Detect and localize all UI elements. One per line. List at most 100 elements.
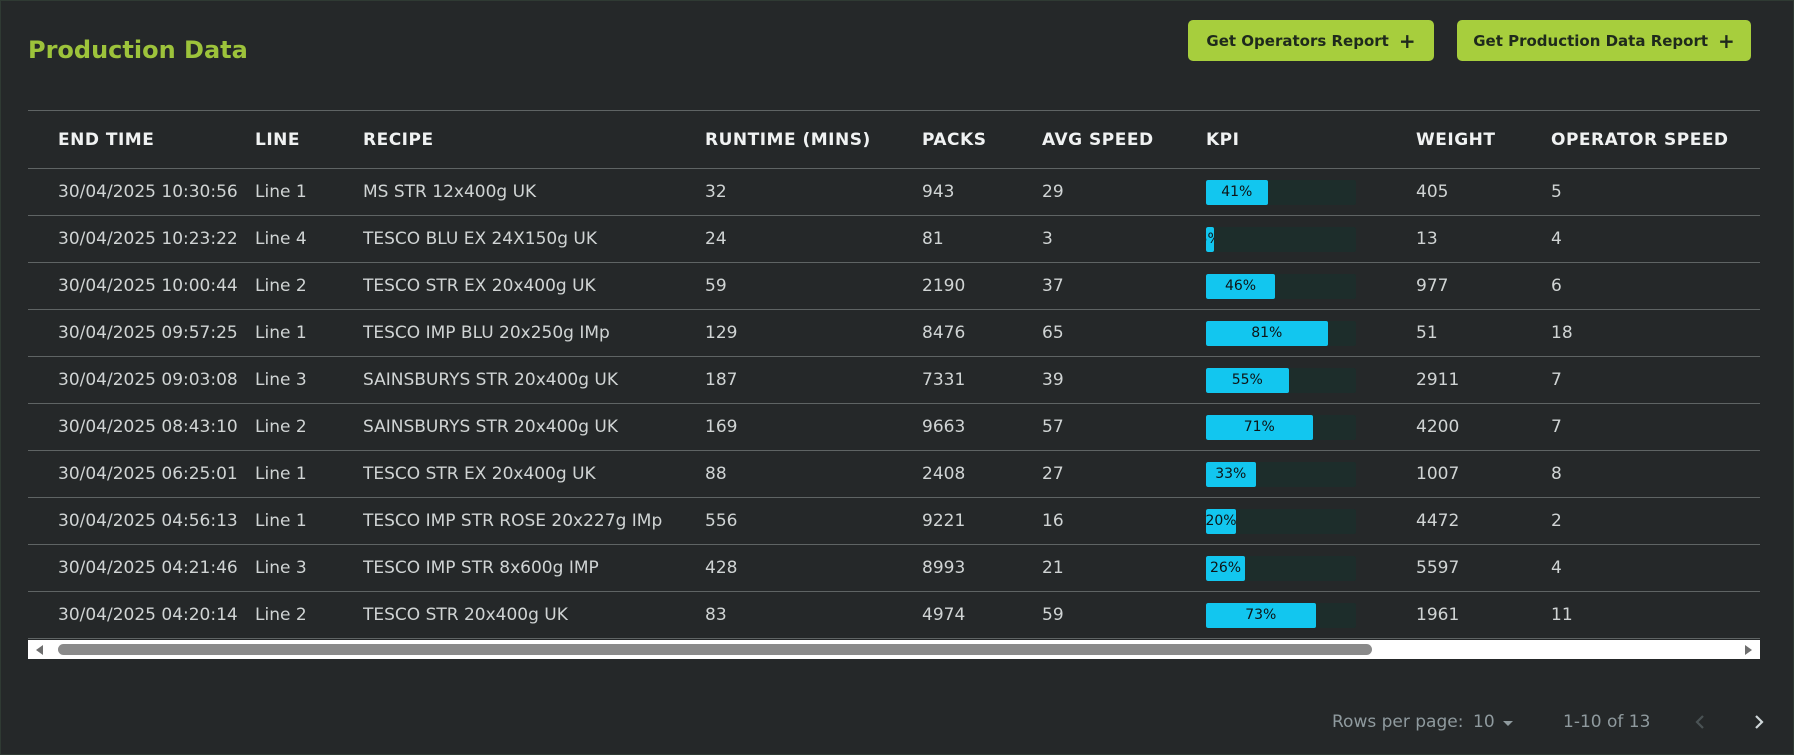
table-row[interactable]: 30/04/2025 10:00:44 Line 2 TESCO STR EX 20… <box>28 262 1760 310</box>
column-header-line[interactable]: LINE <box>255 110 363 169</box>
cell-runtime: 556 <box>705 497 922 545</box>
cell-operator-speed: 5 <box>1551 168 1760 216</box>
cell-avg-speed: 29 <box>1042 168 1206 216</box>
column-header-avg-speed[interactable]: AVG SPEED <box>1042 110 1206 169</box>
table-row[interactable]: 30/04/2025 09:03:08 Line 3 SAINSBURYS STR … <box>28 356 1760 404</box>
scroll-left-arrow-icon[interactable] <box>36 645 43 655</box>
cell-packs: 943 <box>922 168 1042 216</box>
table-row[interactable]: 30/04/2025 04:21:46 Line 3 TESCO IMP STR 8… <box>28 544 1760 592</box>
cell-avg-speed: 59 <box>1042 591 1206 639</box>
cell-recipe: TESCO BLU EX 24X150g UK <box>363 215 705 263</box>
next-page-button[interactable] <box>1745 708 1773 736</box>
cell-recipe: TESCO IMP STR ROSE 20x227g IMp <box>363 497 705 545</box>
cell-operator-speed: 8 <box>1551 450 1760 498</box>
cell-runtime: 83 <box>705 591 922 639</box>
cell-line: Line 1 <box>255 309 363 357</box>
cell-line: Line 2 <box>255 591 363 639</box>
cell-end-time: 30/04/2025 06:25:01 <box>28 450 255 498</box>
caret-down-icon <box>1502 721 1513 726</box>
cell-end-time: 30/04/2025 04:56:13 <box>28 497 255 545</box>
cell-operator-speed: 6 <box>1551 262 1760 310</box>
kpi-label: 5% <box>1206 231 1214 247</box>
table-row[interactable]: 30/04/2025 04:20:14 Line 2 TESCO STR 20x40… <box>28 591 1760 639</box>
cell-line: Line 1 <box>255 450 363 498</box>
cell-weight: 405 <box>1416 168 1551 216</box>
cell-packs: 2190 <box>922 262 1042 310</box>
kpi-label: 73% <box>1245 607 1277 623</box>
cell-kpi: 26% <box>1206 544 1416 592</box>
column-header-recipe[interactable]: RECIPE <box>363 110 705 169</box>
cell-end-time: 30/04/2025 10:23:22 <box>28 215 255 263</box>
kpi-progress-track: 41% <box>1206 179 1356 205</box>
cell-packs: 9221 <box>922 497 1042 545</box>
column-header-weight[interactable]: WEIGHT <box>1416 110 1551 169</box>
cell-weight: 4200 <box>1416 403 1551 451</box>
cell-kpi: 71% <box>1206 403 1416 451</box>
cell-end-time: 30/04/2025 04:21:46 <box>28 544 255 592</box>
cell-recipe: TESCO IMP BLU 20x250g IMp <box>363 309 705 357</box>
get-operators-report-button[interactable]: Get Operators Report + <box>1188 20 1434 61</box>
cell-line: Line 1 <box>255 497 363 545</box>
table-row[interactable]: 30/04/2025 10:30:56 Line 1 MS STR 12x400g … <box>28 168 1760 216</box>
column-header-operator-speed[interactable]: OPERATOR SPEED <box>1551 110 1760 169</box>
cell-kpi: 55% <box>1206 356 1416 404</box>
pagination-range: 1-10 of 13 <box>1563 712 1651 732</box>
cell-recipe: MS STR 12x400g UK <box>363 168 705 216</box>
scroll-right-arrow-icon[interactable] <box>1745 645 1752 655</box>
kpi-progress-track: 81% <box>1206 320 1356 346</box>
cell-operator-speed: 11 <box>1551 591 1760 639</box>
cell-recipe: TESCO STR EX 20x400g UK <box>363 450 705 498</box>
previous-page-button[interactable] <box>1686 708 1714 736</box>
cell-weight: 2911 <box>1416 356 1551 404</box>
horizontal-scrollbar[interactable] <box>28 640 1760 659</box>
column-header-packs[interactable]: PACKS <box>922 110 1042 169</box>
rows-per-page-label: Rows per page: <box>1332 712 1464 732</box>
cell-recipe: SAINSBURYS STR 20x400g UK <box>363 403 705 451</box>
table-row[interactable]: 30/04/2025 10:23:22 Line 4 TESCO BLU EX 24… <box>28 215 1760 263</box>
column-header-kpi[interactable]: KPI <box>1206 110 1416 169</box>
kpi-label: 81% <box>1251 325 1283 341</box>
kpi-progress-track: 73% <box>1206 602 1356 628</box>
chevron-left-icon <box>1695 715 1704 729</box>
cell-packs: 4974 <box>922 591 1042 639</box>
table-row[interactable]: 30/04/2025 08:43:10 Line 2 SAINSBURYS STR … <box>28 403 1760 451</box>
cell-kpi: 46% <box>1206 262 1416 310</box>
cell-avg-speed: 65 <box>1042 309 1206 357</box>
cell-runtime: 32 <box>705 168 922 216</box>
cell-weight: 13 <box>1416 215 1551 263</box>
cell-avg-speed: 57 <box>1042 403 1206 451</box>
cell-packs: 7331 <box>922 356 1042 404</box>
cell-weight: 1961 <box>1416 591 1551 639</box>
table-row[interactable]: 30/04/2025 09:57:25 Line 1 TESCO IMP BLU 2… <box>28 309 1760 357</box>
rows-per-page-select[interactable]: 10 <box>1473 712 1513 732</box>
cell-weight: 5597 <box>1416 544 1551 592</box>
get-production-data-report-button[interactable]: Get Production Data Report + <box>1457 20 1751 61</box>
cell-runtime: 428 <box>705 544 922 592</box>
cell-line: Line 2 <box>255 262 363 310</box>
cell-kpi: 73% <box>1206 591 1416 639</box>
cell-line: Line 3 <box>255 544 363 592</box>
cell-kpi: 41% <box>1206 168 1416 216</box>
cell-weight: 977 <box>1416 262 1551 310</box>
cell-avg-speed: 16 <box>1042 497 1206 545</box>
cell-recipe: TESCO STR EX 20x400g UK <box>363 262 705 310</box>
cell-kpi: 81% <box>1206 309 1416 357</box>
table-header-row: END TIME LINE RECIPE RUNTIME (MINS) PACK… <box>28 110 1760 169</box>
plus-icon: + <box>1398 28 1416 53</box>
kpi-progress-track: 5% <box>1206 226 1356 252</box>
cell-operator-speed: 7 <box>1551 356 1760 404</box>
column-header-end-time[interactable]: END TIME <box>28 110 255 169</box>
chevron-right-icon <box>1755 715 1764 729</box>
scrollbar-thumb[interactable] <box>58 644 1372 655</box>
cell-operator-speed: 18 <box>1551 309 1760 357</box>
kpi-label: 33% <box>1215 466 1247 482</box>
kpi-progress-track: 26% <box>1206 555 1356 581</box>
cell-runtime: 129 <box>705 309 922 357</box>
get-operators-report-label: Get Operators Report <box>1206 31 1389 50</box>
table-row[interactable]: 30/04/2025 06:25:01 Line 1 TESCO STR EX 20… <box>28 450 1760 498</box>
table-row[interactable]: 30/04/2025 04:56:13 Line 1 TESCO IMP STR R… <box>28 497 1760 545</box>
kpi-label: 55% <box>1231 372 1263 388</box>
cell-runtime: 24 <box>705 215 922 263</box>
column-header-runtime[interactable]: RUNTIME (MINS) <box>705 110 922 169</box>
cell-packs: 81 <box>922 215 1042 263</box>
